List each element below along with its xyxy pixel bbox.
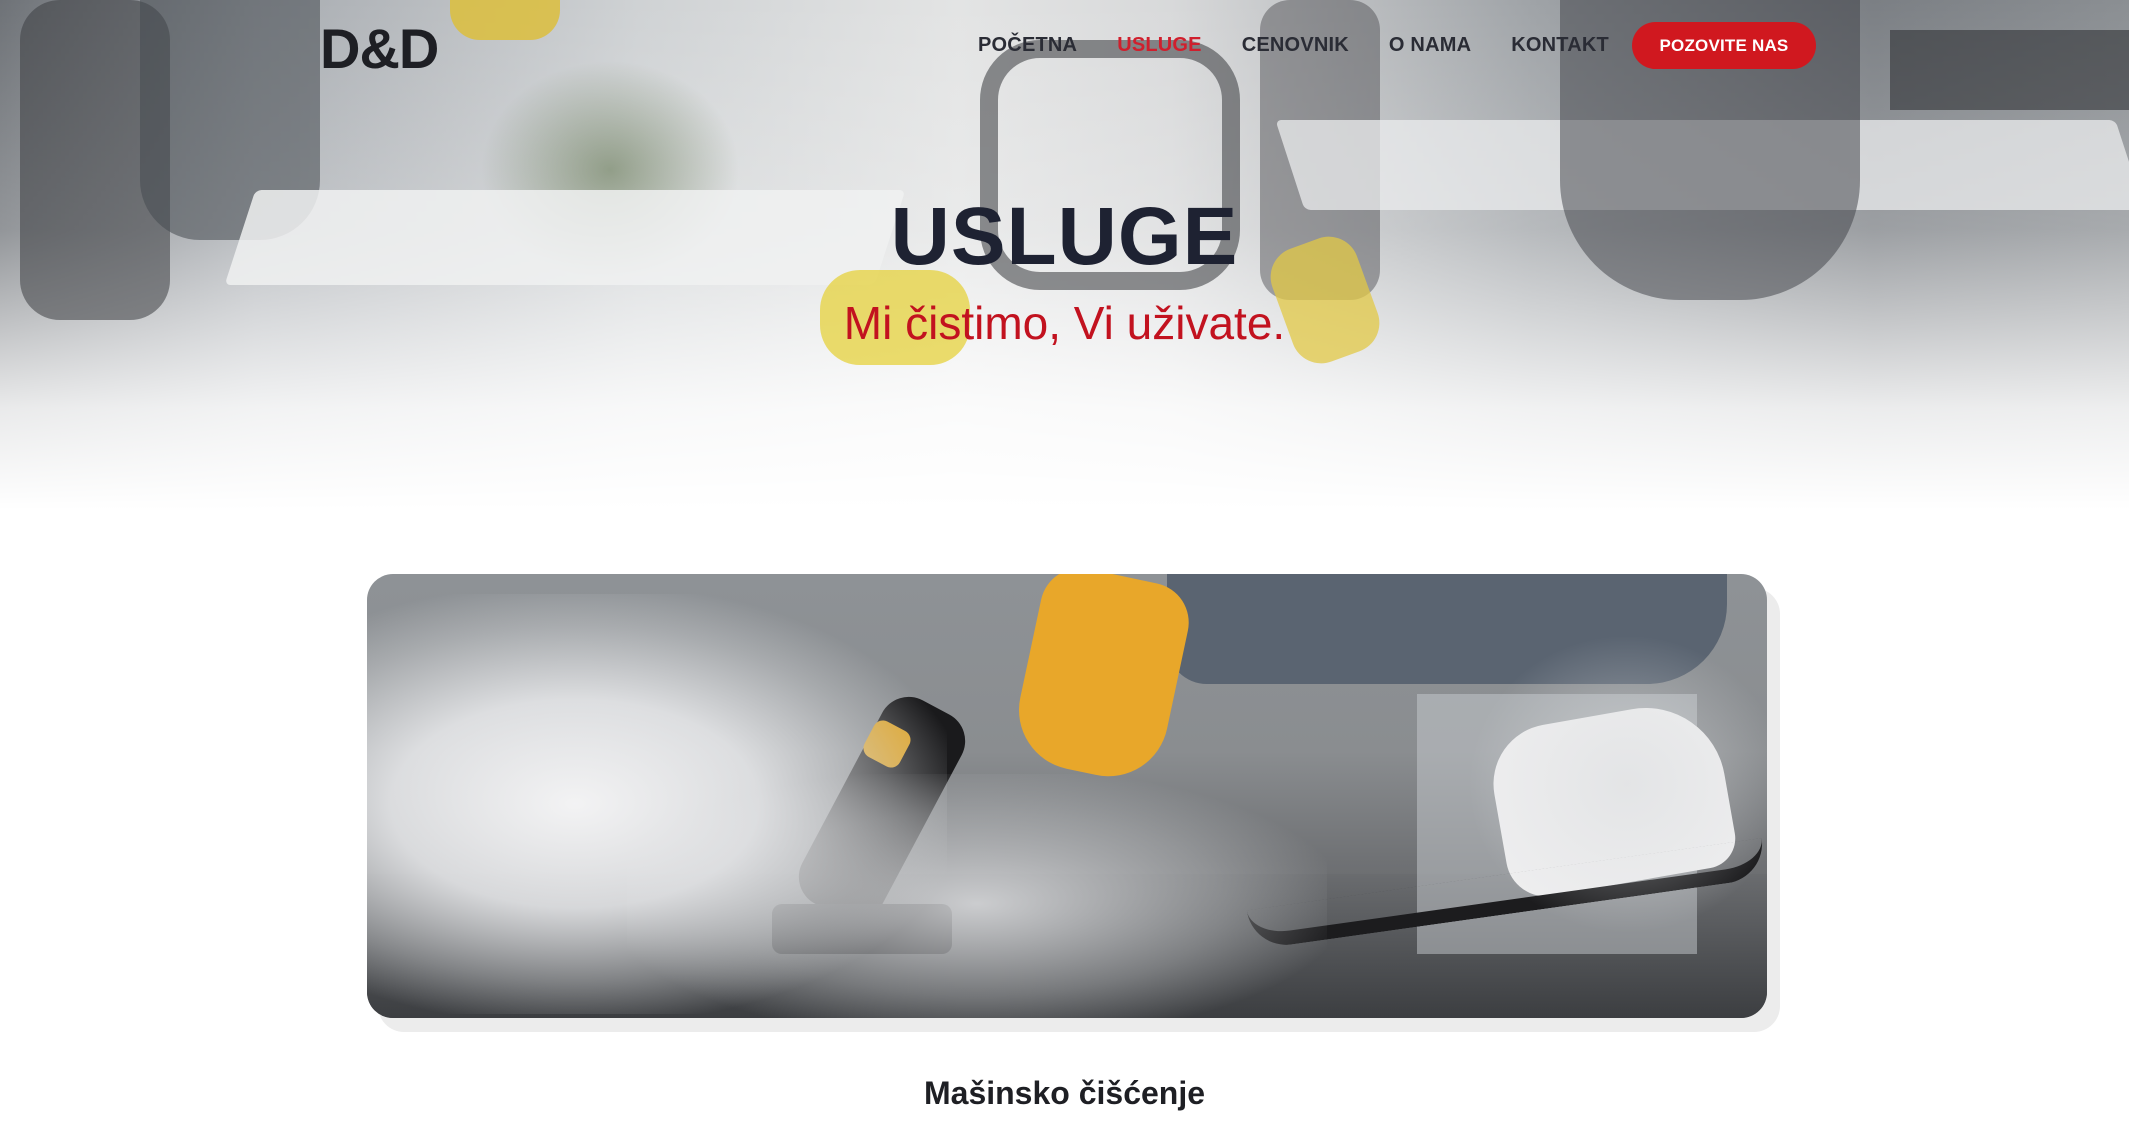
nav-item-pocetna[interactable]: POČETNA [978,34,1077,57]
service-title: Mašinsko čišćenje [923,1075,1206,1111]
page-subtitle: Mi čistimo, Vi uživate. [843,297,1286,349]
nav-item-usluge[interactable]: USLUGE [1117,34,1202,57]
page-title: USLUGE [890,191,1239,282]
nav-item-o-nama[interactable]: O NAMA [1389,34,1471,57]
nav-item-kontakt[interactable]: KONTAKT [1511,34,1609,57]
hero-section: D&D POČETNA USLUGE CENOVNIK O NAMA KONTA… [0,0,2129,510]
nav-item-cenovnik[interactable]: CENOVNIK [1242,34,1349,57]
service-image [367,574,1767,1018]
brand-logo[interactable]: D&D [320,16,439,81]
main-nav: POČETNA USLUGE CENOVNIK O NAMA KONTAKT [978,34,1649,57]
call-us-button[interactable]: POZOVITE NAS [1632,22,1816,69]
